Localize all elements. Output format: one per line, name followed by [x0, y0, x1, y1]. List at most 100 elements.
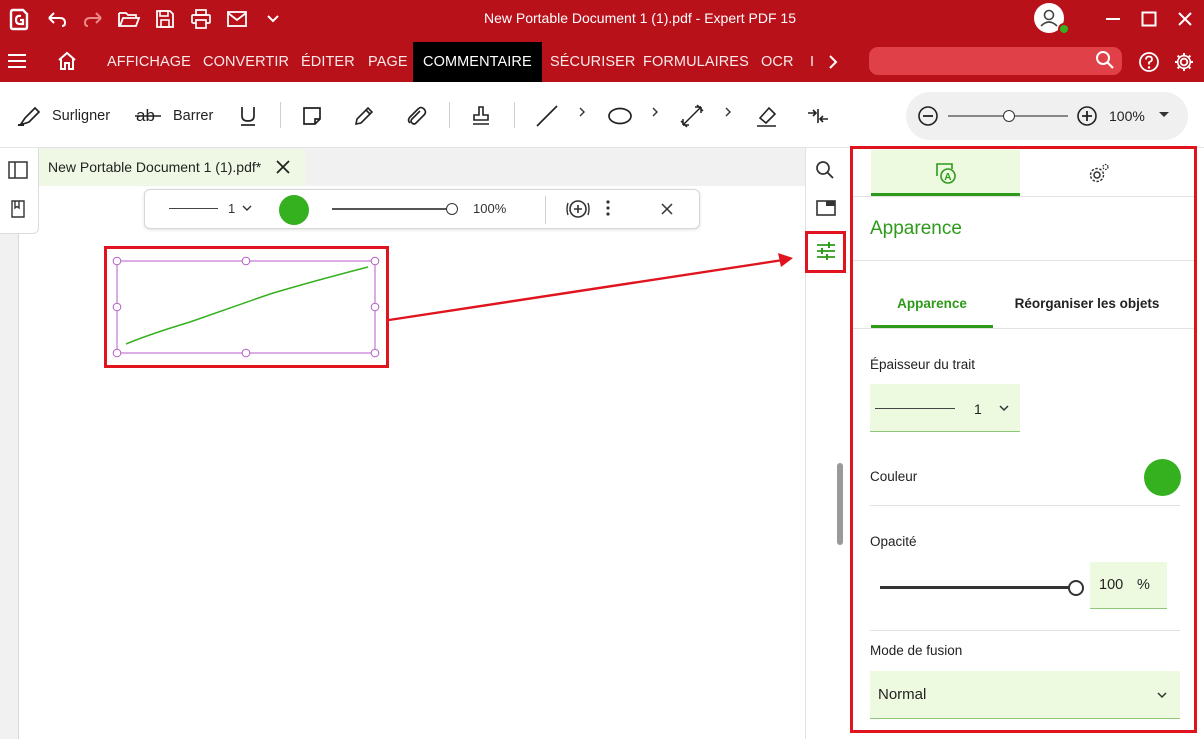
close-tab-icon[interactable]: [275, 159, 291, 175]
menu-affichage[interactable]: AFFICHAGE: [107, 42, 191, 82]
save-icon[interactable]: [152, 6, 178, 32]
menu-scroll-right-icon[interactable]: [826, 52, 842, 72]
float-opacity-slider-thumb[interactable]: [446, 203, 458, 215]
properties-panel-button[interactable]: [805, 231, 846, 273]
menu-formulaires[interactable]: FORMULAIRES: [643, 42, 749, 82]
hamburger-menu-icon[interactable]: [6, 50, 30, 74]
settings-gear-icon[interactable]: [1173, 51, 1195, 73]
sticky-note-icon[interactable]: [300, 100, 324, 132]
menu-truncated-item[interactable]: I: [810, 42, 814, 82]
float-add-icon[interactable]: [565, 198, 591, 220]
thumbnail-view-icon[interactable]: [815, 198, 837, 220]
stroke-width-preview: [875, 408, 955, 409]
menu-page[interactable]: PAGE: [368, 42, 408, 82]
redo-icon[interactable]: [80, 6, 106, 32]
blend-mode-select[interactable]: Normal: [870, 671, 1180, 719]
appearance-tab-icon: A: [936, 163, 956, 184]
float-opacity-value[interactable]: 100%: [473, 201, 506, 216]
float-color-swatch[interactable]: [279, 195, 309, 225]
minimize-button[interactable]: [1098, 4, 1128, 34]
float-more-icon[interactable]: [605, 199, 615, 219]
menu-convertir[interactable]: CONVERTIR: [203, 42, 289, 82]
home-icon[interactable]: [56, 50, 80, 74]
collapse-arrows-icon[interactable]: [805, 100, 831, 132]
menu-securiser[interactable]: SÉCURISER: [550, 42, 636, 82]
panel-tab-settings[interactable]: [1020, 150, 1177, 196]
zoom-value[interactable]: 100%: [1109, 108, 1145, 124]
opacity-unit: %: [1137, 577, 1150, 593]
pencil-icon[interactable]: [352, 100, 376, 132]
selected-line-annotation[interactable]: [110, 254, 384, 362]
panel-divider: [870, 630, 1180, 631]
open-folder-icon[interactable]: [116, 6, 142, 32]
online-status-badge: [1058, 23, 1070, 35]
subtab-appearance[interactable]: Apparence: [871, 296, 993, 311]
opacity-label: Opacité: [870, 534, 917, 549]
float-stroke-dropdown-icon[interactable]: [242, 205, 252, 213]
strikeout-icon: ab: [135, 105, 161, 127]
highlight-tool[interactable]: Surligner: [16, 100, 110, 132]
subtab-reorganize[interactable]: Réorganiser les objets: [1008, 296, 1166, 311]
eraser-icon[interactable]: [754, 100, 780, 132]
blend-mode-label: Mode de fusion: [870, 643, 963, 658]
svg-text:A: A: [944, 172, 951, 183]
vertical-scrollbar[interactable]: [837, 463, 843, 545]
opacity-slider-track[interactable]: [880, 586, 1076, 589]
zoom-slider-thumb[interactable]: [1003, 110, 1015, 122]
float-stroke-value[interactable]: 1: [228, 201, 235, 216]
highlight-label: Surligner: [52, 108, 111, 124]
search-input[interactable]: [869, 47, 1122, 75]
panel-divider: [870, 505, 1180, 506]
panel-toggle-icon[interactable]: [8, 161, 30, 181]
float-divider: [545, 196, 546, 224]
bookmark-icon[interactable]: [10, 200, 28, 220]
panel-title: Apparence: [870, 218, 962, 239]
panel-divider: [853, 260, 1194, 261]
zoom-out-icon[interactable]: [917, 105, 939, 127]
line-tool-chevron-icon[interactable]: [578, 106, 586, 118]
app-logo-icon[interactable]: [6, 6, 32, 32]
menu-editer[interactable]: ÉDITER: [301, 42, 355, 82]
measure-tool-icon[interactable]: [679, 100, 705, 132]
stamp-icon[interactable]: [469, 100, 493, 132]
zoom-dropdown-icon[interactable]: [1158, 111, 1170, 121]
document-tab[interactable]: New Portable Document 1 (1).pdf*: [39, 149, 305, 186]
opacity-input[interactable]: 100 %: [1090, 562, 1167, 609]
stroke-width-select[interactable]: 1: [870, 384, 1020, 432]
stroke-width-chevron-icon: [999, 405, 1009, 412]
blend-mode-chevron-icon: [1157, 692, 1167, 699]
attachment-icon[interactable]: [404, 100, 428, 132]
line-tool-icon[interactable]: [534, 100, 560, 132]
undo-icon[interactable]: [44, 6, 70, 32]
menu-ocr[interactable]: OCR: [761, 42, 794, 82]
underline-tool-icon[interactable]: [236, 100, 260, 132]
strikeout-label: Barrer: [173, 108, 214, 124]
find-icon[interactable]: [815, 160, 837, 182]
maximize-button[interactable]: [1134, 4, 1164, 34]
float-close-icon[interactable]: [660, 202, 674, 216]
mail-icon[interactable]: [224, 6, 250, 32]
panel-tab-appearance[interactable]: A: [871, 150, 1020, 196]
panel-divider: [853, 196, 1194, 197]
float-opacity-slider-track[interactable]: [332, 208, 452, 210]
close-window-button[interactable]: [1170, 4, 1200, 34]
sliders-icon: [817, 242, 835, 260]
help-icon[interactable]: [1138, 51, 1160, 73]
print-icon[interactable]: [188, 6, 214, 32]
toolbar-divider: [514, 102, 515, 128]
strikeout-tool[interactable]: ab Barrer: [135, 100, 213, 132]
ellipse-tool-icon[interactable]: [606, 100, 634, 132]
opacity-input-value: 100: [1099, 577, 1124, 593]
color-swatch[interactable]: [1144, 459, 1181, 496]
quick-access-dropdown-icon[interactable]: [260, 6, 286, 32]
panel-divider: [853, 328, 1194, 329]
measure-tool-chevron-icon[interactable]: [724, 106, 732, 118]
shape-tool-chevron-icon[interactable]: [651, 106, 659, 118]
zoom-in-icon[interactable]: [1076, 105, 1098, 127]
color-label: Couleur: [870, 469, 918, 484]
menu-commentaire[interactable]: COMMENTAIRE: [413, 42, 542, 82]
toolbar-divider: [280, 102, 281, 128]
window-title: New Portable Document 1 (1).pdf - Expert…: [483, 10, 797, 26]
opacity-slider-thumb[interactable]: [1068, 580, 1084, 596]
search-icon[interactable]: [1095, 50, 1117, 72]
